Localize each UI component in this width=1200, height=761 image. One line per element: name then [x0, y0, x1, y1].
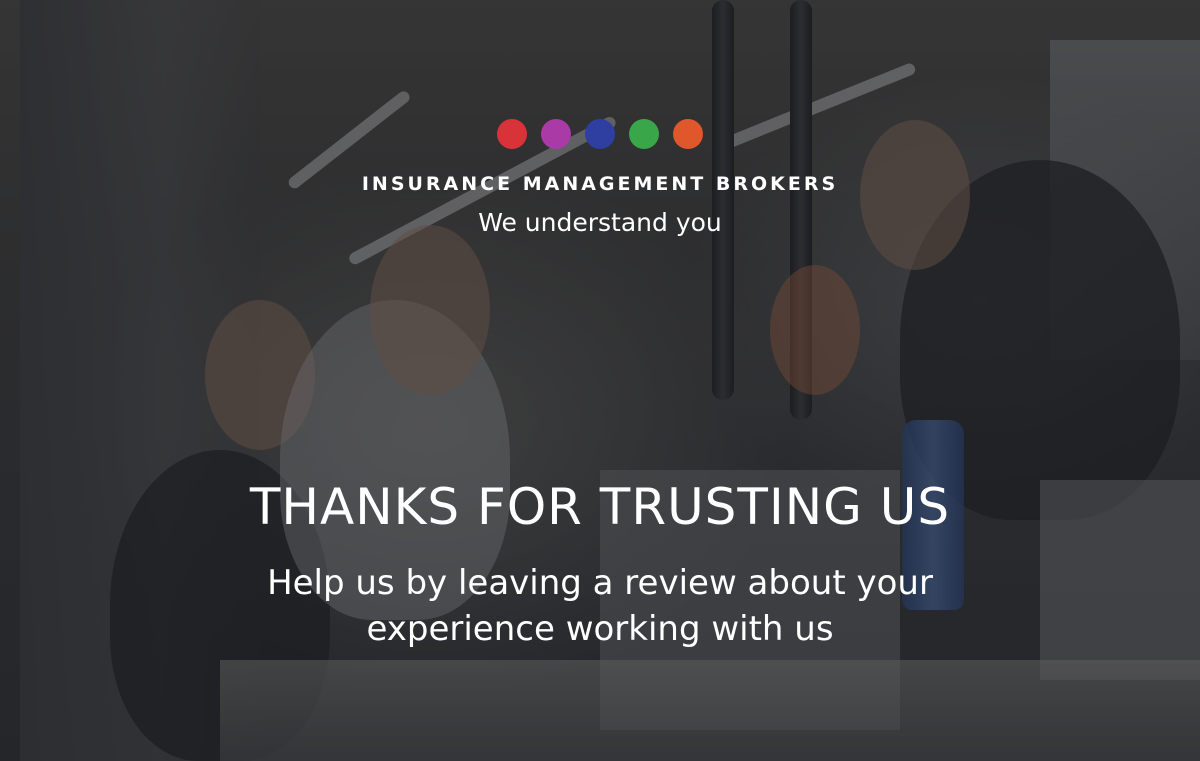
brand-tagline: We understand you [478, 208, 722, 237]
logo-dot-green [629, 119, 659, 149]
logo-dot-blue [585, 119, 615, 149]
logo-dot-purple [541, 119, 571, 149]
review-request: Help us by leaving a review about your e… [0, 560, 1200, 652]
headline: THANKS FOR TRUSTING US [249, 478, 951, 536]
review-request-line-1: Help us by leaving a review about your [267, 563, 933, 603]
logo-dot-red [497, 119, 527, 149]
banner-content: INSURANCE MANAGEMENT BROKERS We understa… [0, 0, 1200, 761]
review-banner: INSURANCE MANAGEMENT BROKERS We understa… [0, 0, 1200, 761]
logo-dot-orange [673, 119, 703, 149]
logo-dots [0, 119, 1200, 149]
review-request-line-2: experience working with us [366, 609, 834, 649]
brand-name: INSURANCE MANAGEMENT BROKERS [361, 173, 839, 195]
